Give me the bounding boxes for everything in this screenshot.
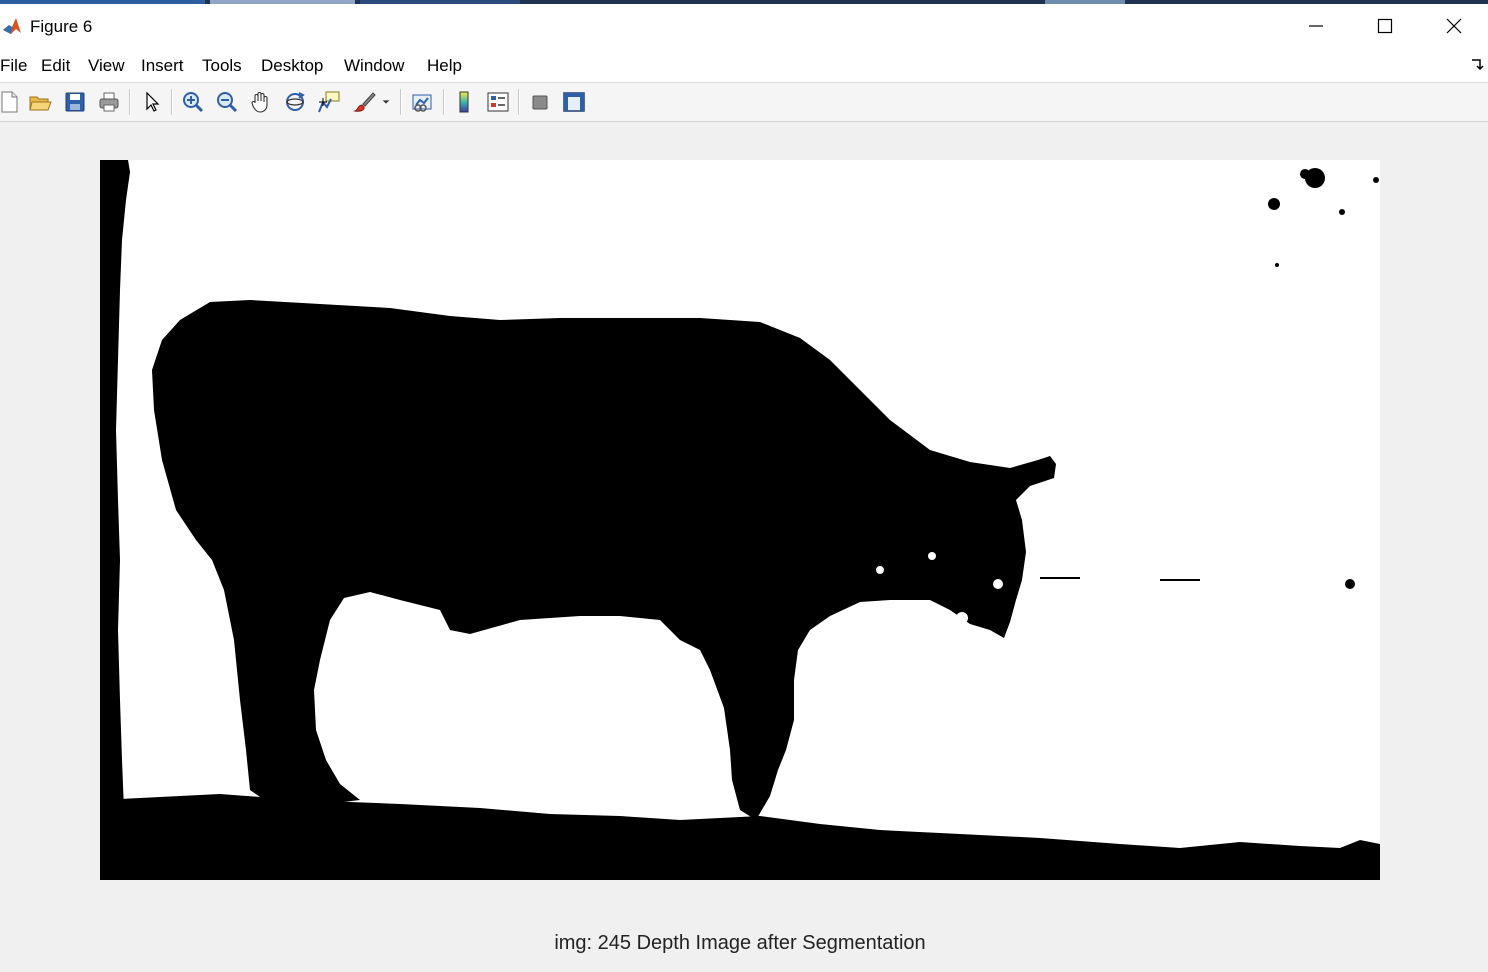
pan-button[interactable] <box>246 87 276 117</box>
zoom-out-icon <box>217 92 238 113</box>
title-bar: Figure 6 <box>0 4 1488 48</box>
show-plot-tools-button[interactable] <box>559 87 589 117</box>
print-button[interactable] <box>94 87 124 117</box>
colorbar-icon <box>459 91 469 113</box>
pointer-icon <box>146 91 160 112</box>
menu-view[interactable]: View <box>88 56 125 76</box>
dock-figure-icon[interactable] <box>1470 57 1484 71</box>
menu-edit[interactable]: Edit <box>41 56 70 76</box>
menu-tools[interactable]: Tools <box>202 56 242 76</box>
data-cursor-icon <box>318 91 340 113</box>
matlab-logo-icon <box>2 16 22 36</box>
menu-bar: File Edit View Insert Tools Desktop Wind… <box>0 48 1488 83</box>
menu-insert[interactable]: Insert <box>141 56 184 76</box>
edit-plot-button[interactable] <box>137 87 167 117</box>
insert-colorbar-button[interactable] <box>449 87 479 117</box>
open-file-icon <box>29 96 52 111</box>
minimize-icon <box>1309 25 1323 27</box>
open-file-button[interactable] <box>25 87 55 117</box>
hide-plot-tools-button[interactable] <box>525 87 555 117</box>
link-plot-button[interactable] <box>407 87 437 117</box>
zoom-in-button[interactable] <box>178 87 208 117</box>
insert-legend-button[interactable] <box>483 87 513 117</box>
maximize-icon <box>1377 18 1393 34</box>
zoom-in-icon <box>183 92 204 113</box>
new-figure-icon <box>1 91 18 113</box>
image-axes[interactable] <box>100 160 1380 880</box>
brush-icon <box>353 92 376 112</box>
print-icon <box>99 92 119 112</box>
menu-desktop[interactable]: Desktop <box>261 56 323 76</box>
menu-window[interactable]: Window <box>344 56 404 76</box>
brush-dropdown[interactable] <box>378 87 394 117</box>
figure-caption: img: 245 Depth Image after Segmentation <box>554 932 926 954</box>
window-title: Figure 6 <box>30 17 93 36</box>
maximize-button[interactable] <box>1351 4 1419 48</box>
figure-toolbar <box>0 83 1488 122</box>
legend-icon <box>487 92 509 112</box>
rotate-3d-button[interactable] <box>280 87 310 117</box>
segmentation-mask-image <box>100 160 1380 880</box>
menu-file[interactable]: File <box>0 56 27 76</box>
minimize-button[interactable] <box>1282 4 1350 48</box>
show-plot-tools-icon <box>563 92 585 112</box>
brush-button[interactable] <box>350 87 380 117</box>
new-figure-button[interactable] <box>0 87 24 117</box>
rotate-3d-icon <box>286 92 305 111</box>
close-button[interactable] <box>1420 4 1488 48</box>
chevron-down-icon <box>382 100 390 104</box>
hide-plot-tools-icon <box>532 95 548 110</box>
zoom-out-button[interactable] <box>212 87 242 117</box>
menu-help[interactable]: Help <box>427 56 462 76</box>
close-icon <box>1446 18 1462 34</box>
save-button[interactable] <box>60 87 90 117</box>
data-cursor-button[interactable] <box>314 87 344 117</box>
pan-hand-icon <box>251 92 268 113</box>
link-plot-icon <box>412 94 432 112</box>
save-icon <box>65 92 85 112</box>
